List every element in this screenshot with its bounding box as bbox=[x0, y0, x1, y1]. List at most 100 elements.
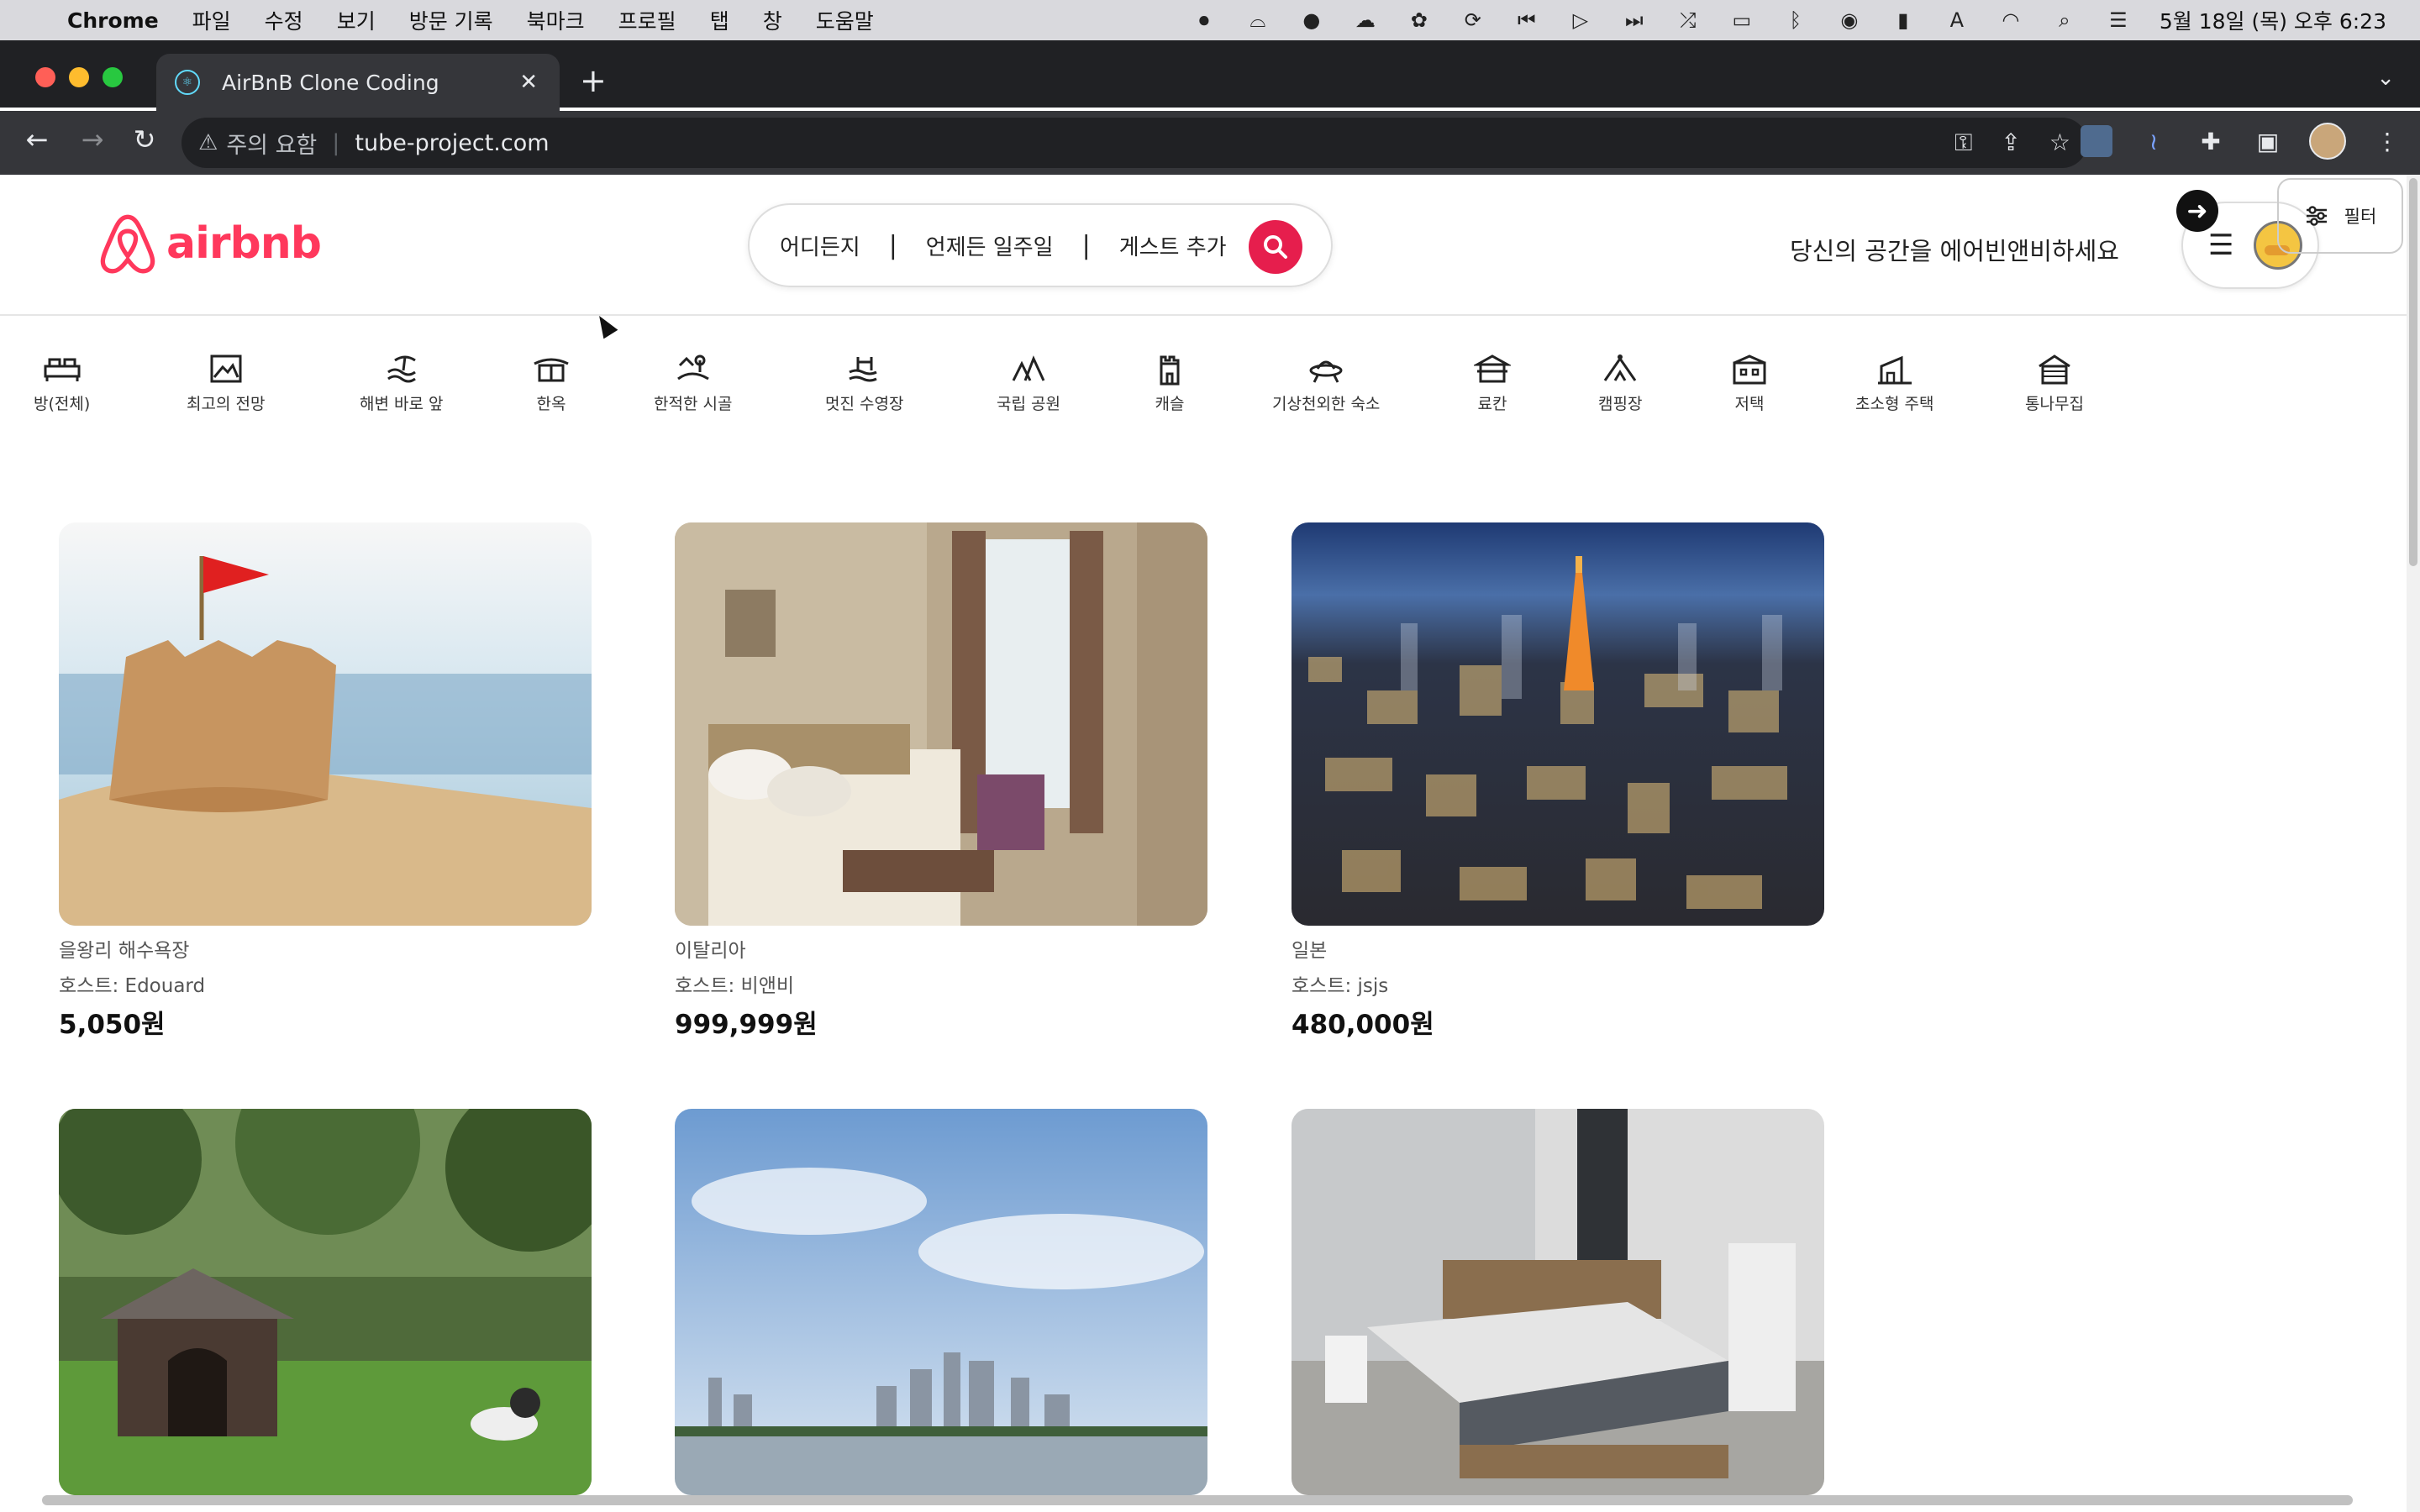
password-key-icon[interactable]: ⚿ bbox=[1954, 129, 1972, 157]
vertical-scroll-thumb[interactable] bbox=[2409, 178, 2417, 566]
airbnb-belo-icon bbox=[100, 214, 155, 274]
doghouse-photo[interactable] bbox=[59, 1109, 592, 1495]
listing-card[interactable]: 일본 호스트: jsjs 480,000원 bbox=[1292, 522, 1824, 1041]
listing-location: 일본 bbox=[1292, 940, 1328, 962]
airbnb-logo[interactable]: airbnb bbox=[99, 213, 322, 274]
browser-tab[interactable]: ⚛ AirBnB Clone Coding ✕ bbox=[156, 54, 560, 111]
glasses-icon[interactable]: ⌓ bbox=[1245, 8, 1270, 33]
leaf-icon[interactable]: ✿ bbox=[1407, 8, 1432, 33]
category-item[interactable]: 저택 bbox=[1729, 351, 1770, 414]
back-button[interactable]: ← bbox=[20, 123, 54, 156]
category-item[interactable]: 한적한 시골 bbox=[654, 351, 732, 414]
next-track-icon[interactable]: ⏭ bbox=[1622, 8, 1647, 33]
extension-translate-icon[interactable] bbox=[2081, 125, 2112, 157]
menu-history[interactable]: 방문 기록 bbox=[409, 5, 493, 35]
filter-button[interactable]: 필터 bbox=[2277, 178, 2403, 254]
screen-mirror-icon[interactable]: ▭ bbox=[1729, 8, 1754, 33]
listing-host: 호스트: jsjs bbox=[1292, 975, 1389, 997]
hotel-room-photo[interactable] bbox=[675, 522, 1207, 926]
category-label: 한옥 bbox=[536, 395, 566, 413]
security-status[interactable]: 주의 요함 bbox=[226, 127, 317, 160]
filter-sliders-icon bbox=[2306, 206, 2327, 226]
tokyo-night-photo[interactable] bbox=[1292, 522, 1824, 926]
menu-profiles[interactable]: 프로필 bbox=[618, 5, 676, 35]
vertical-scrollbar[interactable] bbox=[2407, 175, 2420, 1512]
category-item[interactable]: 국립 공원 bbox=[997, 351, 1060, 414]
search-where[interactable]: 어디든지 bbox=[750, 230, 889, 261]
previous-track-icon[interactable]: ⏮ bbox=[1514, 8, 1539, 33]
window-zoom-button[interactable] bbox=[103, 67, 123, 87]
listing-card[interactable] bbox=[675, 1109, 1207, 1495]
listing-card[interactable] bbox=[59, 1109, 592, 1495]
menu-help[interactable]: 도움말 bbox=[816, 5, 874, 35]
menu-window[interactable]: 창 bbox=[763, 5, 782, 35]
become-host-link[interactable]: 당신의 공간을 에어빈앤비하세요 bbox=[1790, 232, 2119, 267]
camping-icon bbox=[1600, 351, 1640, 386]
search-guests[interactable]: 게스트 추가 bbox=[1091, 230, 1255, 261]
forward-button[interactable]: → bbox=[76, 123, 109, 156]
app-menu[interactable]: Chrome bbox=[67, 8, 159, 33]
category-item[interactable]: 캐슬 bbox=[1150, 351, 1190, 414]
listing-card[interactable]: 을왕리 해수욕장 호스트: Edouard 5,050원 bbox=[59, 522, 592, 1041]
play-icon[interactable]: ▷ bbox=[1568, 8, 1593, 33]
reload-button[interactable]: ↻ bbox=[128, 123, 161, 156]
media-icon[interactable]: ◉ bbox=[1837, 8, 1862, 33]
category-label: 방(전체) bbox=[34, 395, 91, 413]
category-item[interactable]: 최고의 전망 bbox=[187, 351, 265, 414]
menu-edit[interactable]: 수정 bbox=[265, 5, 303, 35]
category-item[interactable]: 료칸 bbox=[1472, 351, 1512, 414]
warning-icon[interactable]: ⚠ bbox=[198, 130, 218, 155]
menu-bookmarks[interactable]: 북마크 bbox=[527, 5, 585, 35]
react-favicon-icon: ⚛ bbox=[175, 70, 200, 95]
profile-avatar[interactable] bbox=[2309, 123, 2346, 160]
listing-price: 480,000원 bbox=[1292, 1010, 1434, 1040]
tab-search-chevron-icon[interactable]: ⌄ bbox=[2376, 66, 2395, 91]
stop-record-icon[interactable]: ⏺ bbox=[1192, 8, 1217, 33]
listing-card[interactable] bbox=[1292, 1109, 1824, 1495]
extension-wave-icon[interactable]: ≀ bbox=[2138, 125, 2170, 157]
shuffle-icon[interactable]: ⤮ bbox=[1676, 8, 1701, 33]
window-close-button[interactable] bbox=[35, 67, 55, 87]
search-bar[interactable]: 어디든지 | 언제든 일주일 | 게스트 추가 bbox=[748, 203, 1333, 287]
category-item[interactable]: 캠핑장 bbox=[1598, 351, 1642, 414]
cloud-icon[interactable]: ☁ bbox=[1353, 8, 1378, 33]
share-icon[interactable]: ⇪ bbox=[2001, 129, 2020, 157]
bookmark-star-icon[interactable]: ☆ bbox=[2049, 129, 2070, 157]
menu-view[interactable]: 보기 bbox=[337, 5, 376, 35]
control-center-icon[interactable]: ☰ bbox=[2106, 8, 2131, 33]
category-item[interactable]: 기상천외한 숙소 bbox=[1272, 351, 1380, 414]
listing-card[interactable]: 이탈리아 호스트: 비앤비 999,999원 bbox=[675, 522, 1207, 1041]
horizontal-scrollbar[interactable] bbox=[42, 1495, 2353, 1505]
chrome-menu-icon[interactable]: ⋮ bbox=[2371, 125, 2403, 157]
menubar-clock[interactable]: 5월 18일 (목) 오후 6:23 bbox=[2160, 5, 2386, 35]
input-source-indicator[interactable]: A bbox=[1944, 8, 1970, 33]
listing-price: 5,050원 bbox=[59, 1010, 166, 1040]
address-bar[interactable]: ⚠ 주의 요함 | tube-project.com ⚿ ⇪ ☆ bbox=[182, 118, 2087, 168]
new-tab-button[interactable]: + bbox=[580, 62, 607, 99]
wifi-icon[interactable]: ◠ bbox=[1998, 8, 2023, 33]
window-minimize-button[interactable] bbox=[69, 67, 89, 87]
extensions-puzzle-icon[interactable]: ✚ bbox=[2195, 125, 2227, 157]
category-item[interactable]: 멋진 수영장 bbox=[825, 351, 903, 414]
bedroom-photo[interactable] bbox=[1292, 1109, 1824, 1495]
category-item[interactable]: 해변 바로 앞 bbox=[360, 351, 443, 414]
spotlight-icon[interactable]: ⌕ bbox=[2052, 8, 2077, 33]
side-panel-icon[interactable]: ▣ bbox=[2252, 125, 2284, 157]
search-when[interactable]: 언제든 일주일 bbox=[897, 230, 1082, 261]
sandcastle-photo[interactable] bbox=[59, 522, 592, 926]
seoul-skyline-photo[interactable] bbox=[675, 1109, 1207, 1495]
menu-file[interactable]: 파일 bbox=[192, 5, 231, 35]
category-item[interactable]: 초소형 주택 bbox=[1855, 351, 1933, 414]
chat-icon[interactable]: ● bbox=[1299, 8, 1324, 33]
bluetooth-icon[interactable]: ᛒ bbox=[1783, 8, 1808, 33]
url-text[interactable]: tube-project.com bbox=[355, 130, 549, 156]
battery-icon[interactable]: ▮ bbox=[1891, 8, 1916, 33]
category-next-arrow-icon[interactable]: ➜ bbox=[2176, 190, 2218, 232]
category-item[interactable]: 통나무집 bbox=[2025, 351, 2084, 414]
category-item[interactable]: 방(전체) bbox=[34, 351, 90, 414]
menu-tab[interactable]: 탭 bbox=[710, 5, 729, 35]
tab-close-icon[interactable]: ✕ bbox=[519, 70, 538, 95]
search-button[interactable] bbox=[1249, 220, 1302, 274]
category-item[interactable]: 한옥 bbox=[531, 351, 571, 414]
repeat-icon[interactable]: ⟳ bbox=[1460, 8, 1486, 33]
